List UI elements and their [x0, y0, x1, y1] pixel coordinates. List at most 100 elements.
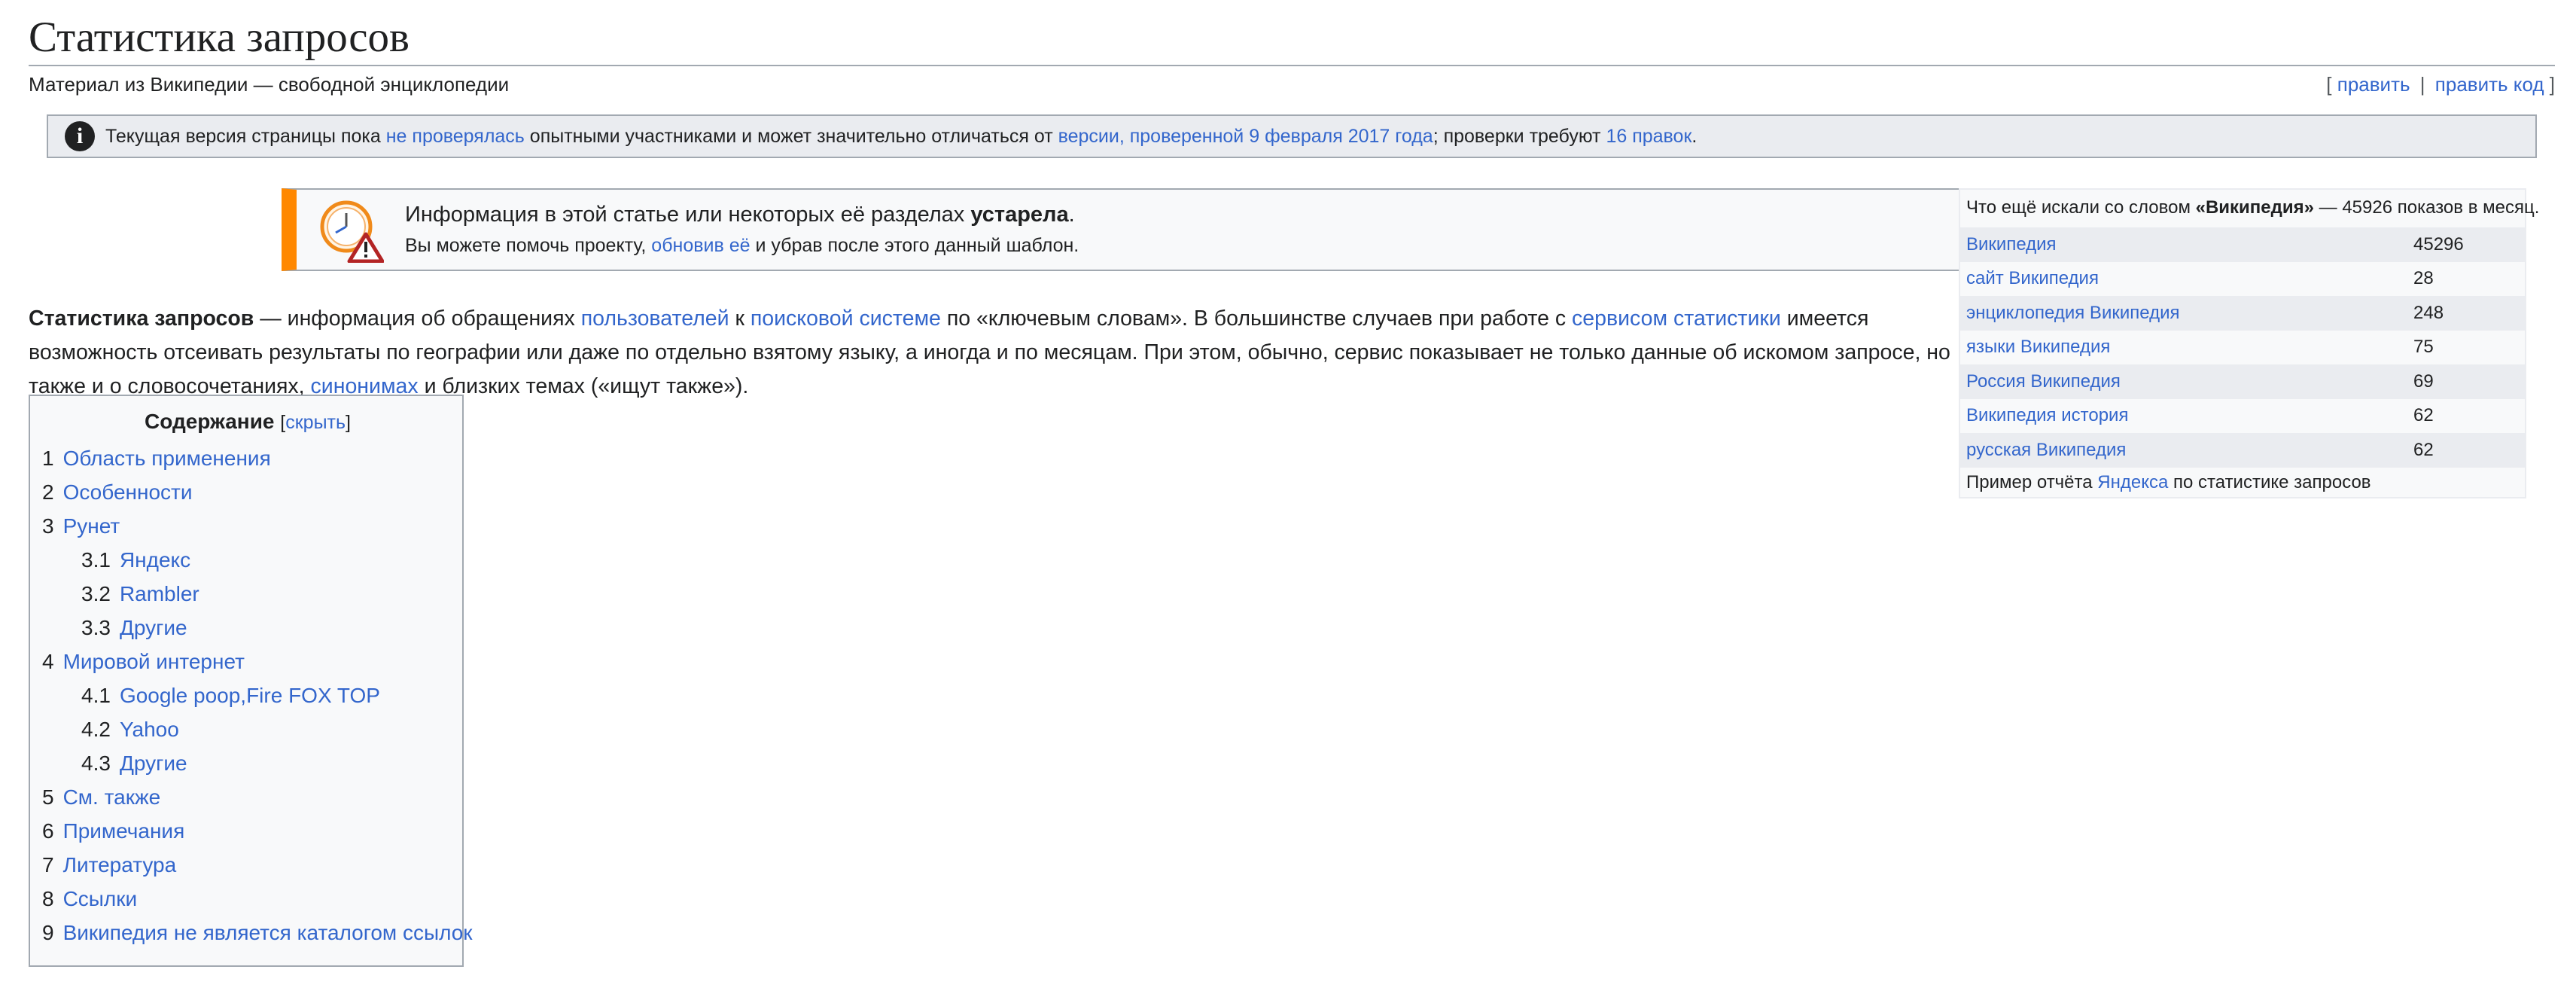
toc-item: 3.2 Rambler	[42, 577, 453, 611]
toc-item-link[interactable]: Мировой интернет	[63, 650, 245, 673]
toc-item-number: 9	[42, 921, 54, 944]
notice-text: Информация в этой статье или некоторых е…	[405, 203, 1079, 257]
lead-text: к	[729, 306, 751, 331]
toc-item-number: 2	[42, 480, 54, 504]
review-text-part: Текущая версия страницы пока	[105, 125, 386, 147]
query-count: 28	[2413, 268, 2434, 289]
pending-edits-link[interactable]: 16 правок	[1606, 126, 1691, 147]
article: Статистика запросов Материал из Википеди…	[29, 0, 2555, 967]
query-link[interactable]: языки Википедия	[1966, 337, 2110, 357]
query-row: сайт Википедия 28	[1960, 262, 2525, 297]
toc-item-number: 7	[42, 853, 54, 877]
query-cell: русская Википедия	[1960, 433, 2407, 468]
notice-text-part: Информация в этой статье или некоторых е…	[405, 203, 971, 227]
toc-item-link[interactable]: Другие	[120, 616, 187, 639]
query-cell: энциклопедия Википедия	[1960, 296, 2407, 331]
toc-item-number: 1	[42, 447, 54, 470]
query-link[interactable]: Россия Википедия	[1966, 371, 2121, 392]
toc-item: 2 Особенности	[42, 475, 453, 509]
lead-text: по «ключевым словам». В большинстве случ…	[940, 306, 1573, 331]
lead-paragraph: Статистика запросов — информация об обра…	[29, 302, 1971, 404]
footer-text: Пример отчёта	[1966, 471, 2098, 492]
toc-item-number: 4	[42, 650, 54, 673]
caption-keyword: «Википедия»	[2195, 197, 2314, 218]
toc-item: 3 Рунет	[42, 509, 453, 543]
query-cell: Википедия	[1960, 227, 2407, 262]
toc-item-number: 3.1	[81, 548, 111, 572]
query-count: 62	[2413, 405, 2434, 426]
toc-item-number: 4.1	[81, 684, 111, 707]
toc-item-link[interactable]: Yahoo	[120, 718, 179, 741]
query-cell: Википедия история	[1960, 399, 2407, 434]
toc-item-link[interactable]: Другие	[120, 752, 187, 775]
query-link[interactable]: Википедия	[1966, 234, 2057, 255]
query-row: Википедия история 62	[1960, 399, 2525, 434]
reviewed-version-link[interactable]: версии, проверенной 9 февраля 2017 года	[1058, 126, 1433, 147]
notice-outdated-word: устарела	[970, 203, 1069, 227]
toc-hide-link[interactable]: скрыть	[285, 412, 346, 433]
related-queries-table: Википедия 45296 сайт Википедия 28 энциклопед…	[1960, 227, 2525, 468]
toc-item: 5 См. также	[42, 780, 453, 814]
toc-item-link[interactable]: Ссылки	[63, 887, 138, 910]
footer-text: по статистике запросов	[2168, 471, 2371, 492]
related-queries-box: Что ещё искали со словом «Википедия» — 4…	[1959, 188, 2539, 498]
toc-item: 4.2 Yahoo	[42, 712, 453, 746]
toc-item: 4 Мировой интернет	[42, 645, 453, 678]
toc-item-link[interactable]: Особенности	[63, 480, 193, 504]
edit-link[interactable]: править	[2337, 73, 2410, 96]
toc-item-link[interactable]: Область применения	[63, 447, 271, 470]
query-row: русская Википедия 62	[1960, 433, 2525, 468]
toc-bracket: ]	[346, 412, 351, 433]
query-cell: сайт Википедия	[1960, 262, 2407, 297]
lead-term: Статистика запросов	[29, 306, 254, 331]
toc-item-link[interactable]: Яндекс	[120, 548, 190, 572]
query-link[interactable]: русская Википедия	[1966, 440, 2126, 460]
related-queries-caption: Что ещё искали со словом «Википедия» — 4…	[1960, 190, 2539, 227]
query-link[interactable]: энциклопедия Википедия	[1966, 303, 2179, 323]
notice-text-part: .	[1068, 203, 1075, 227]
query-count: 69	[2413, 370, 2434, 392]
statistics-service-link[interactable]: сервисом статистики	[1572, 306, 1781, 331]
page-title: Статистика запросов	[29, 0, 2555, 67]
query-cell: языки Википедия	[1960, 331, 2407, 365]
toc-item-link[interactable]: Rambler	[120, 582, 199, 605]
toc-item-link[interactable]: См. также	[63, 785, 161, 809]
update-link[interactable]: обновив её	[651, 235, 750, 256]
toc-item-link[interactable]: Примечания	[63, 819, 185, 843]
query-row: Россия Википедия 69	[1960, 364, 2525, 399]
query-link[interactable]: сайт Википедия	[1966, 268, 2099, 288]
review-text-part: .	[1691, 125, 1698, 147]
toc-title: Содержание	[145, 410, 275, 433]
toc-heading: Содержание [скрыть]	[42, 407, 453, 441]
lead-text: и близких темах («ищут также»).	[418, 373, 749, 398]
notice-text-part: и убрав после этого данный шаблон.	[750, 235, 1079, 256]
unreviewed-link[interactable]: не проверялась	[386, 126, 525, 147]
query-count: 45296	[2413, 233, 2464, 255]
table-of-contents: Содержание [скрыть] 1 Область применения 2…	[29, 395, 473, 967]
related-queries-footer: Пример отчёта Яндекса по статистике запр…	[1960, 468, 2525, 498]
caption-text: Что ещё искали со словом	[1966, 197, 2196, 218]
query-link[interactable]: Википедия история	[1966, 405, 2128, 425]
query-row: Википедия 45296	[1960, 227, 2525, 262]
query-count: 62	[2413, 439, 2434, 460]
toc-item-link[interactable]: Google poop,Fire FOX TOP	[120, 684, 380, 707]
toc-item-number: 4.3	[81, 752, 111, 775]
edit-source-link[interactable]: править код	[2435, 73, 2544, 96]
query-row: языки Википедия 75	[1960, 331, 2525, 365]
edit-bracket-open: [	[2326, 72, 2332, 96]
toc-item-link[interactable]: Литература	[63, 853, 177, 877]
yandex-link[interactable]: Яндекса	[2097, 472, 2168, 492]
toc-toggle: [скрыть]	[280, 412, 351, 433]
toc-item-number: 3.3	[81, 616, 111, 639]
query-count: 248	[2413, 302, 2444, 323]
toc-list: 1 Область применения 2 Особенности 3 Рунет 3.1…	[42, 441, 473, 950]
toc-item-number: 5	[42, 785, 54, 809]
search-engine-link[interactable]: поисковой системе	[751, 306, 941, 331]
notice-line-1: Информация в этой статье или некоторых е…	[405, 203, 1079, 227]
toc-item-link[interactable]: Рунет	[63, 514, 120, 538]
users-link[interactable]: пользователей	[581, 306, 729, 331]
edit-bracket-close: ]	[2549, 72, 2555, 96]
lead-text: — информация об обращениях	[254, 306, 581, 331]
toc-item-link[interactable]: Википедия не является каталогом ссылок	[63, 921, 473, 944]
review-text-part: ; проверки требуют	[1433, 125, 1606, 147]
